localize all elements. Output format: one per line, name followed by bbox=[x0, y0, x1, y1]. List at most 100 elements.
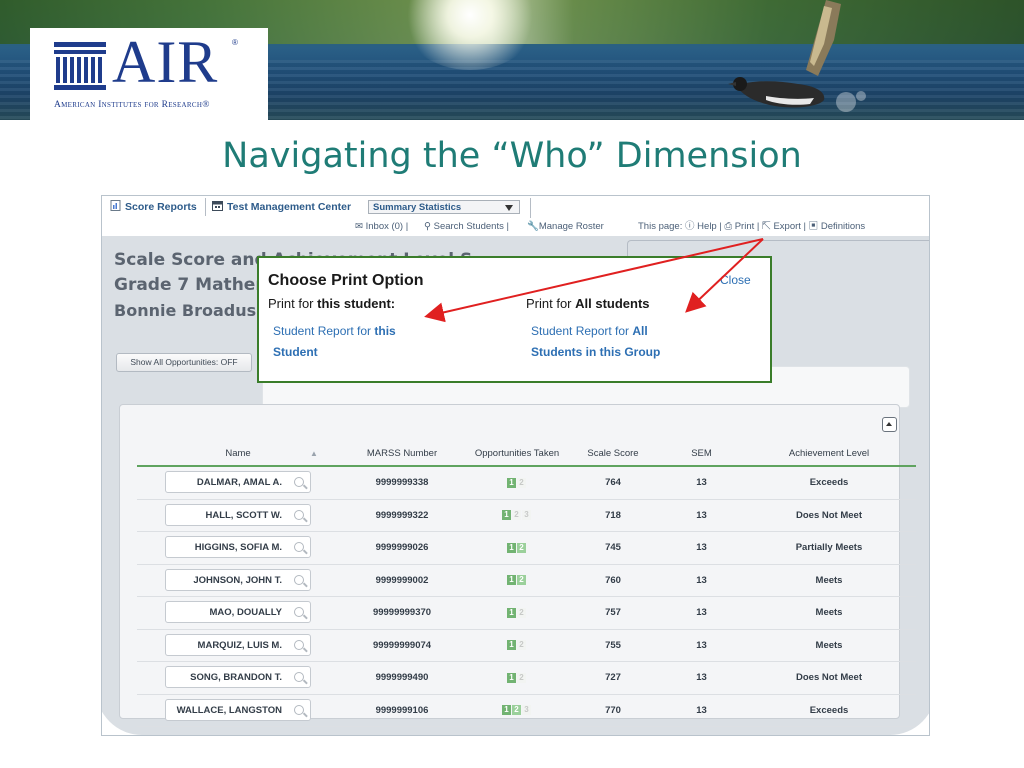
col-scale-score[interactable]: Scale Score bbox=[567, 441, 659, 465]
table-row: DALMAR, AMAL A. 9999999338 1 2 764 13 Exceeds bbox=[137, 467, 916, 500]
student-name-button[interactable]: HIGGINS, SOFIA M. bbox=[165, 536, 311, 558]
opportunity-box[interactable]: 2 bbox=[517, 672, 526, 683]
opportunity-box[interactable]: 1 bbox=[502, 510, 511, 521]
inbox-icon: ✉ bbox=[355, 221, 363, 232]
dialog-title: Choose Print Option bbox=[268, 272, 424, 289]
results-table: Name ▲ MARSS Number Opportunities Taken S… bbox=[137, 441, 916, 727]
col-marss[interactable]: MARSS Number bbox=[337, 441, 467, 465]
print-this-student-label: Print for this student: bbox=[268, 296, 395, 311]
inbox-label: Inbox (0) | bbox=[365, 221, 409, 232]
table-row: MAO, DOUALLY 99999999370 1 2 757 13 Meets bbox=[137, 597, 916, 630]
search-students-link[interactable]: ⚲ Search Students | bbox=[424, 220, 509, 234]
chevron-down-icon bbox=[505, 205, 513, 211]
opportunity-box[interactable]: 2 bbox=[517, 607, 526, 618]
sem-value: 13 bbox=[696, 639, 707, 651]
export-icon: ⇱ bbox=[762, 221, 771, 232]
student-name-button[interactable]: SONG, BRANDON T. bbox=[165, 666, 311, 688]
scale-score: 757 bbox=[605, 607, 621, 619]
marss-number: 9999999002 bbox=[375, 574, 429, 586]
student-name-label: WALLACE, LANGSTON bbox=[176, 704, 282, 716]
definitions-link[interactable]: ▣ Definitions bbox=[809, 221, 866, 232]
table-header: Name ▲ MARSS Number Opportunities Taken S… bbox=[137, 441, 916, 467]
col-name[interactable]: Name ▲ bbox=[165, 441, 318, 465]
opportunities-taken: 123 bbox=[467, 695, 567, 727]
opportunities-taken: 123 bbox=[467, 500, 567, 532]
link-text-bold: Students in this Group bbox=[531, 345, 661, 359]
opportunity-box[interactable]: 1 bbox=[507, 672, 516, 683]
opportunity-box[interactable]: 3 bbox=[522, 705, 531, 716]
tab-test-management-center[interactable]: Test Management Center bbox=[212, 198, 351, 216]
scale-score: 760 bbox=[605, 574, 621, 586]
student-name-label: HIGGINS, SOFIA M. bbox=[194, 542, 282, 553]
print-label: Print | bbox=[734, 221, 760, 232]
opportunity-box[interactable]: 1 bbox=[502, 705, 511, 716]
col-achievement-level[interactable]: Achievement Level bbox=[744, 441, 914, 465]
link-text-bold: All bbox=[632, 324, 648, 338]
link-text-bold: this bbox=[374, 324, 396, 338]
opportunity-box[interactable]: 3 bbox=[522, 510, 531, 521]
toolbar: ✉ Inbox (0) | ⚲ Search Students | 🔧Manag… bbox=[102, 218, 929, 259]
col-sem[interactable]: SEM bbox=[659, 441, 744, 465]
export-link[interactable]: ⇱ Export | bbox=[762, 221, 806, 232]
tab-label: Score Reports bbox=[125, 201, 197, 213]
manage-roster-link[interactable]: 🔧Manage Roster bbox=[527, 220, 604, 234]
export-label: Export | bbox=[773, 221, 807, 232]
sem-value: 13 bbox=[696, 574, 707, 586]
opportunity-box[interactable]: 2 bbox=[512, 510, 521, 521]
marss-number: 99999999074 bbox=[372, 639, 432, 651]
opportunity-box[interactable]: 2 bbox=[517, 542, 526, 553]
page-tools: This page: ⓘ Help | ⎙ Print | ⇱ Export |… bbox=[638, 220, 865, 234]
opportunity-box[interactable]: 1 bbox=[507, 575, 516, 586]
student-name: Bonnie Broadus bbox=[114, 301, 257, 320]
close-link[interactable]: Close bbox=[720, 273, 751, 287]
student-name-label: HALL, SCOTT W. bbox=[205, 509, 282, 521]
achievement-level: Exceeds bbox=[809, 704, 849, 716]
this-page-label: This page: bbox=[638, 221, 683, 232]
scale-score: 745 bbox=[605, 542, 621, 554]
student-name-button[interactable]: JOHNSON, JOHN T. bbox=[165, 568, 311, 591]
student-name-button[interactable]: MAO, DOUALLY bbox=[165, 601, 311, 623]
student-name-button[interactable]: HALL, SCOTT W. bbox=[165, 503, 311, 526]
tab-score-reports[interactable]: Score Reports bbox=[110, 198, 197, 216]
student-report-this-student-link[interactable]: Student Report for this bbox=[273, 321, 396, 342]
inbox-link[interactable]: ✉ Inbox (0) | bbox=[355, 220, 408, 234]
opportunities-taken: 12 bbox=[467, 597, 567, 629]
collapse-button[interactable] bbox=[882, 417, 897, 432]
opportunity-box[interactable]: 1 bbox=[507, 477, 516, 488]
student-name-button[interactable]: MARQUIZ, LUIS M. bbox=[165, 633, 311, 656]
scale-score: 764 bbox=[605, 477, 621, 489]
opportunity-box[interactable]: 2 bbox=[517, 477, 526, 488]
scale-score: 718 bbox=[605, 509, 621, 521]
opportunities-taken: 12 bbox=[467, 565, 567, 597]
opportunity-box[interactable]: 2 bbox=[512, 705, 521, 716]
table-row: SONG, BRANDON T. 9999999490 1 2 727 13 Does No… bbox=[137, 662, 916, 695]
opportunities-taken: 12 bbox=[467, 532, 567, 564]
magnifier-icon bbox=[294, 574, 304, 585]
summary-statistics-select[interactable]: Summary Statistics bbox=[368, 200, 520, 214]
col-opportunities[interactable]: Opportunities Taken bbox=[467, 441, 567, 465]
opportunity-box[interactable]: 2 bbox=[517, 575, 526, 586]
student-report-all-students-link-cont[interactable]: Students in this Group bbox=[531, 342, 660, 363]
student-name-button[interactable]: DALMAR, AMAL A. bbox=[165, 471, 311, 493]
magnifier-icon bbox=[294, 509, 304, 520]
student-name-label: MARQUIZ, LUIS M. bbox=[197, 639, 282, 651]
logo-wordmark: AIR bbox=[112, 29, 219, 95]
student-name-label: MAO, DOUALLY bbox=[209, 607, 282, 618]
chevron-up-icon bbox=[886, 422, 892, 426]
sem-value: 13 bbox=[696, 672, 707, 684]
sem-value: 13 bbox=[696, 542, 707, 554]
opportunity-box[interactable]: 1 bbox=[507, 542, 516, 553]
sort-asc-icon: ▲ bbox=[310, 448, 318, 458]
achievement-level: Partially Meets bbox=[795, 542, 863, 554]
calendar-icon bbox=[212, 201, 223, 211]
student-report-all-students-link[interactable]: Student Report for All bbox=[531, 321, 648, 342]
opportunity-box[interactable]: 2 bbox=[517, 640, 526, 651]
student-name-button[interactable]: WALLACE, LANGSTON bbox=[165, 698, 311, 721]
show-opportunities-toggle[interactable]: Show All Opportunities: OFF bbox=[116, 353, 252, 372]
tab-divider bbox=[205, 198, 206, 216]
opportunity-box[interactable]: 1 bbox=[507, 640, 516, 651]
print-link[interactable]: ⎙ Print | bbox=[724, 221, 759, 232]
student-report-this-student-link-cont[interactable]: Student bbox=[273, 342, 318, 363]
opportunity-box[interactable]: 1 bbox=[507, 607, 516, 618]
help-link[interactable]: ⓘ Help | bbox=[685, 221, 722, 232]
